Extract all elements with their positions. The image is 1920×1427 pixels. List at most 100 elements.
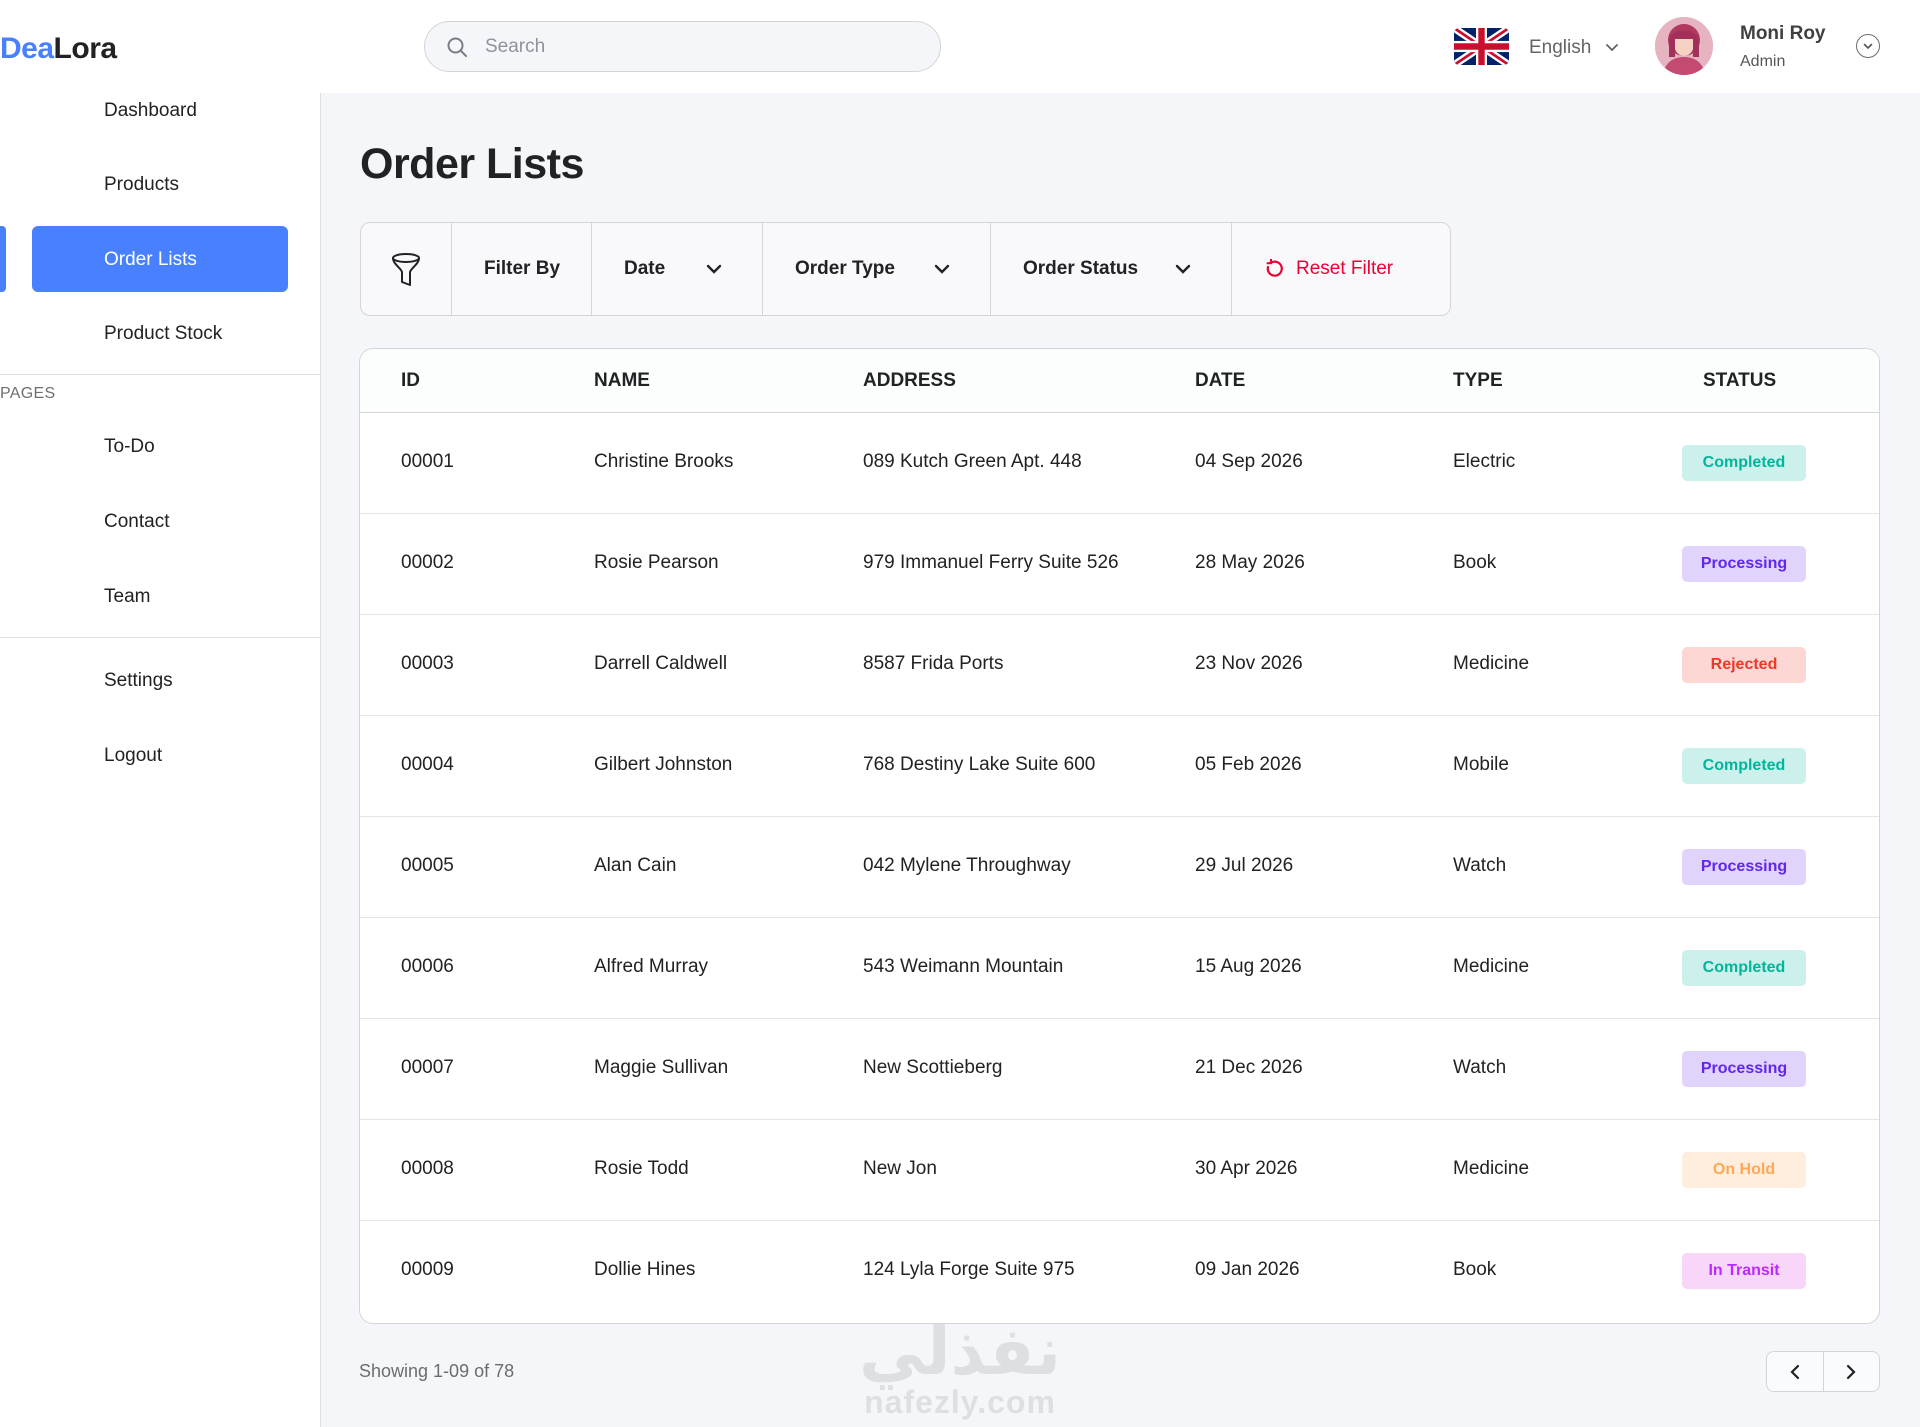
- watermark-arabic: نفذلي: [859, 1314, 1061, 1388]
- table-row[interactable]: 00002 Rosie Pearson 979 Immanuel Ferry Sui…: [360, 514, 1879, 615]
- table-row[interactable]: 00003 Darrell Caldwell 8587 Frida Ports 23 …: [360, 615, 1879, 716]
- date-filter-label: Date: [624, 258, 666, 279]
- sidebar: Dashboard Products Order Lists Product S…: [0, 93, 321, 1427]
- chevron-down-icon: [934, 264, 950, 274]
- orders-table: ID NAME ADDRESS DATE TYPE STATUS 00001 Ch…: [359, 348, 1880, 1324]
- filter-bar: Filter By Date Order Type Order Status R…: [360, 222, 1451, 316]
- cell-type: Medicine: [1453, 653, 1530, 674]
- filter-by-label: Filter By: [452, 223, 592, 315]
- table-row[interactable]: 00006 Alfred Murray 543 Weimann Mountain 15…: [360, 918, 1879, 1019]
- order-status-filter-dropdown[interactable]: Order Status: [991, 223, 1232, 315]
- cell-id: 00009: [401, 1259, 454, 1280]
- cell-id: 00002: [401, 552, 454, 573]
- date-filter-dropdown[interactable]: Date: [592, 223, 763, 315]
- status-badge: Processing: [1682, 546, 1806, 582]
- cell-id: 00004: [401, 754, 454, 775]
- cell-name: Gilbert Johnston: [594, 754, 733, 775]
- sidebar-section-title: PAGES: [0, 385, 56, 402]
- chevron-down-icon: [1175, 264, 1191, 274]
- order-type-filter-dropdown[interactable]: Order Type: [763, 223, 991, 315]
- search-icon: [447, 37, 467, 57]
- cell-id: 00006: [401, 956, 454, 977]
- cell-id: 00001: [401, 451, 454, 472]
- cell-address: New Jon: [863, 1158, 937, 1179]
- status-badge: Rejected: [1682, 647, 1806, 683]
- sidebar-divider: [0, 374, 321, 375]
- cell-address: 089 Kutch Green Apt. 448: [863, 451, 1082, 472]
- reset-icon: [1266, 259, 1283, 277]
- cell-date: 05 Feb 2026: [1195, 754, 1302, 775]
- chevron-right-icon: [1847, 1364, 1856, 1379]
- cell-address: 042 Mylene Throughway: [863, 855, 1071, 876]
- cell-date: 04 Sep 2026: [1195, 451, 1303, 472]
- cell-id: 00005: [401, 855, 454, 876]
- search-input[interactable]: [485, 35, 905, 58]
- cell-name: Rosie Pearson: [594, 552, 719, 573]
- sidebar-item-dashboard[interactable]: Dashboard: [104, 100, 197, 122]
- user-role: Admin: [1740, 53, 1786, 70]
- user-name: Moni Roy: [1740, 23, 1826, 44]
- uk-flag-icon[interactable]: [1454, 28, 1509, 65]
- reset-filter-button[interactable]: Reset Filter: [1232, 223, 1450, 315]
- brand-logo[interactable]: DeaLora: [0, 32, 117, 66]
- funnel-icon: [392, 253, 420, 286]
- status-badge: Completed: [1682, 748, 1806, 784]
- table-row[interactable]: 00008 Rosie Todd New Jon 30 Apr 2026 Medicin…: [360, 1120, 1879, 1221]
- watermark: نفذلي nafezly.com: [852, 1318, 1068, 1421]
- chevron-down-icon: [706, 264, 722, 274]
- cell-name: Alan Cain: [594, 855, 677, 876]
- column-header-status[interactable]: STATUS: [1703, 370, 1776, 392]
- status-badge: Processing: [1682, 1051, 1806, 1087]
- cell-date: 21 Dec 2026: [1195, 1057, 1303, 1078]
- cell-date: 15 Aug 2026: [1195, 956, 1302, 977]
- table-row[interactable]: 00001 Christine Brooks 089 Kutch Green Apt…: [360, 413, 1879, 514]
- cell-date: 28 May 2026: [1195, 552, 1305, 573]
- brand-logo-part1: Dea: [0, 32, 54, 65]
- chevron-left-icon: [1790, 1364, 1799, 1379]
- sidebar-item-logout[interactable]: Logout: [104, 745, 162, 767]
- table-row[interactable]: 00007 Maggie Sullivan New Scottieberg 21 De…: [360, 1019, 1879, 1120]
- column-header-date[interactable]: DATE: [1195, 370, 1245, 392]
- cell-type: Watch: [1453, 855, 1507, 876]
- next-page-button[interactable]: [1822, 1352, 1880, 1391]
- cell-type: Book: [1453, 552, 1497, 573]
- cell-id: 00008: [401, 1158, 454, 1179]
- language-label: English: [1529, 37, 1592, 58]
- avatar[interactable]: [1655, 17, 1713, 75]
- cell-address: 8587 Frida Ports: [863, 653, 1004, 674]
- sidebar-item-product-stock[interactable]: Product Stock: [104, 323, 222, 345]
- sidebar-item-products[interactable]: Products: [104, 174, 179, 196]
- cell-date: 29 Jul 2026: [1195, 855, 1294, 876]
- reset-filter-label: Reset Filter: [1296, 258, 1394, 279]
- column-header-address[interactable]: ADDRESS: [863, 370, 956, 392]
- table-row[interactable]: 00004 Gilbert Johnston 768 Destiny Lake Su…: [360, 716, 1879, 817]
- profile-menu-button[interactable]: [1856, 34, 1880, 58]
- cell-name: Alfred Murray: [594, 956, 709, 977]
- cell-name: Christine Brooks: [594, 451, 734, 472]
- cell-date: 30 Apr 2026: [1195, 1158, 1298, 1179]
- search-box[interactable]: [424, 21, 941, 72]
- cell-name: Maggie Sullivan: [594, 1057, 729, 1078]
- table-row[interactable]: 00009 Dollie Hines 124 Lyla Forge Suite 97…: [360, 1221, 1879, 1322]
- pagination-summary: Showing 1-09 of 78: [359, 1361, 515, 1381]
- cell-date: 09 Jan 2026: [1195, 1259, 1300, 1280]
- table-row[interactable]: 00005 Alan Cain 042 Mylene Throughway 29 Ju…: [360, 817, 1879, 918]
- cell-date: 23 Nov 2026: [1195, 653, 1303, 674]
- language-selector[interactable]: English: [1529, 37, 1619, 59]
- column-header-name[interactable]: NAME: [594, 370, 650, 392]
- column-header-type[interactable]: TYPE: [1453, 370, 1503, 392]
- sidebar-item-team[interactable]: Team: [104, 586, 150, 608]
- sidebar-item-todo[interactable]: To-Do: [104, 436, 155, 458]
- sidebar-item-order-lists[interactable]: Order Lists: [32, 226, 288, 292]
- sidebar-item-settings[interactable]: Settings: [104, 670, 173, 692]
- column-header-id[interactable]: ID: [401, 370, 420, 392]
- brand-logo-part2: Lora: [53, 32, 118, 65]
- status-badge: In Transit: [1682, 1253, 1806, 1289]
- cell-name: Dollie Hines: [594, 1259, 696, 1280]
- sidebar-item-contact[interactable]: Contact: [104, 511, 169, 533]
- chevron-down-icon: [1863, 43, 1873, 49]
- top-header: DeaLora English Moni Roy Admin: [0, 0, 1920, 93]
- chevron-down-icon: [1606, 44, 1619, 52]
- previous-page-button[interactable]: [1767, 1352, 1823, 1391]
- order-status-filter-label: Order Status: [1023, 258, 1139, 279]
